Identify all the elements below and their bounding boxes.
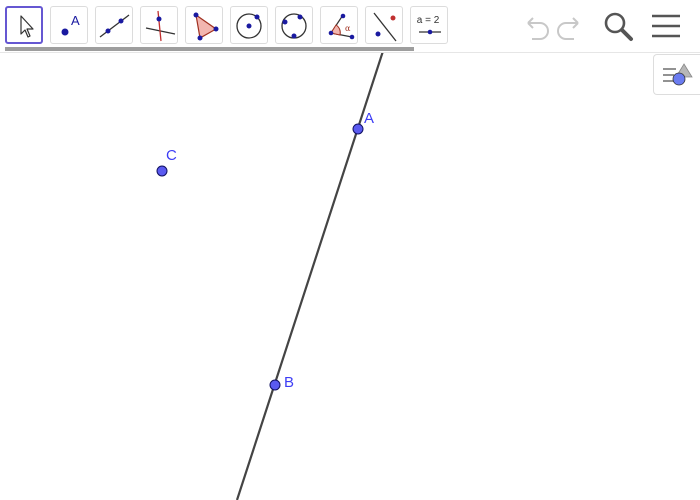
graphics-view[interactable]: A B C (0, 0, 700, 500)
redo-button[interactable] (554, 10, 588, 42)
angle-tool-button[interactable]: α (320, 6, 358, 44)
toolbar-scrollbar[interactable] (5, 47, 414, 51)
circle-through-3-points-tool-button[interactable] (275, 6, 313, 44)
svg-text:A: A (71, 13, 80, 28)
polygon-icon (193, 12, 219, 41)
undo-button[interactable] (518, 10, 552, 42)
slider-icon (419, 29, 441, 35)
undo-icon (527, 17, 549, 40)
menu-icon (652, 14, 680, 38)
point-c-label: C (166, 147, 177, 164)
point-c[interactable]: C (156, 147, 177, 177)
point-a-label: A (364, 110, 374, 127)
point-b[interactable]: B (269, 374, 294, 391)
cursor-arrow-icon (20, 15, 34, 38)
style-bar-icon (663, 63, 693, 86)
reflect-about-line-icon (373, 12, 397, 42)
line-through-points-icon (99, 14, 130, 38)
move-tool-button[interactable] (5, 6, 43, 44)
point-icon: A (61, 13, 80, 36)
perpendicular-line-tool-button[interactable] (140, 6, 178, 44)
point-b-label: B (284, 374, 294, 391)
line-tool-button[interactable] (95, 6, 133, 44)
angle-icon: α (328, 13, 355, 40)
line-ab[interactable] (235, 47, 386, 500)
redo-icon (557, 17, 579, 40)
point-tool-button[interactable]: A (50, 6, 88, 44)
point-a[interactable]: A (352, 110, 374, 135)
svg-text:α: α (345, 24, 351, 33)
slider-tool-button[interactable]: a = 2 (410, 6, 448, 44)
search-button[interactable] (600, 9, 636, 43)
circle-three-points-icon (281, 13, 307, 39)
search-icon (604, 12, 633, 41)
main-menu-button[interactable] (648, 10, 684, 42)
style-bar-toggle-button[interactable] (653, 54, 700, 95)
toolbar: A α a = 2 (0, 0, 700, 53)
polygon-tool-button[interactable] (185, 6, 223, 44)
circle-with-center-icon (236, 13, 262, 39)
perpendicular-line-icon (145, 10, 176, 42)
reflect-about-line-tool-button[interactable] (365, 6, 403, 44)
circle-tool-button[interactable] (230, 6, 268, 44)
